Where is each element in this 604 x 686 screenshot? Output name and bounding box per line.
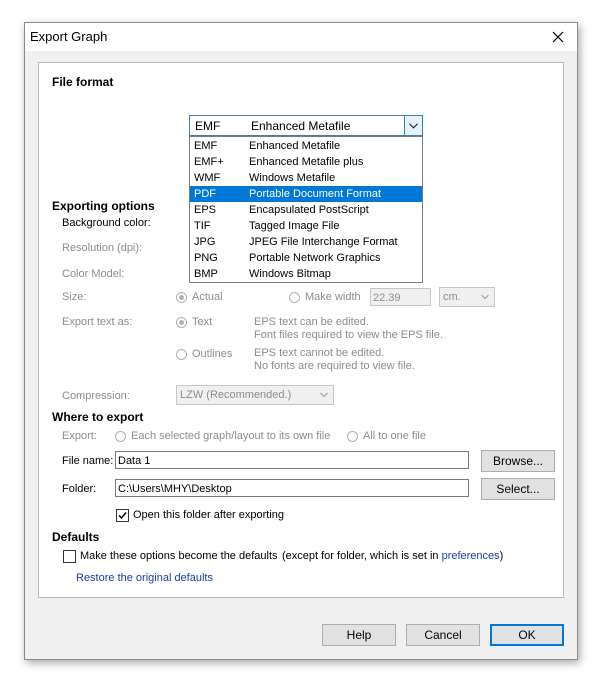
make-defaults-label: Make these options become the defaults <box>80 550 278 562</box>
open-folder-checkbox[interactable] <box>116 509 129 522</box>
title-bar: Export Graph <box>25 23 577 51</box>
file-format-selected-desc: Enhanced Metafile <box>251 119 351 133</box>
file-format-option-emf-plus[interactable]: EMF+ Enhanced Metafile plus <box>190 154 422 170</box>
option-description: Encapsulated PostScript <box>249 204 369 216</box>
option-code: EPS <box>194 204 217 216</box>
export-label: Export: <box>62 430 97 442</box>
close-button[interactable] <box>539 23 577 51</box>
except-suffix: ) <box>499 550 504 562</box>
checkmark-icon <box>118 512 127 520</box>
compression-value: LZW (Recommended.) <box>180 389 292 401</box>
option-description: Windows Metafile <box>249 172 336 184</box>
open-folder-label: Open this folder after exporting <box>133 509 285 521</box>
option-description: Tagged Image File <box>249 220 340 232</box>
option-description: Windows Bitmap <box>249 268 331 280</box>
option-description: Portable Document Format <box>249 188 382 200</box>
help-button[interactable]: Help <box>322 624 396 646</box>
exporting-options-heading: Exporting options <box>52 199 155 213</box>
text-radio[interactable] <box>176 317 187 328</box>
cancel-button[interactable]: Cancel <box>406 624 480 646</box>
all-one-file-radio[interactable] <box>347 431 358 442</box>
option-code: EMF <box>194 140 218 152</box>
select-folder-button[interactable]: Select... <box>481 478 555 500</box>
option-code: JPG <box>194 236 216 248</box>
size-make-width-radio[interactable] <box>289 292 300 303</box>
all-one-file-label: All to one file <box>363 430 426 442</box>
color-model-label: Color Model: <box>62 268 125 280</box>
text-option-label: Text <box>192 316 213 328</box>
width-value-field[interactable]: 22.39 <box>370 288 431 306</box>
option-description: Enhanced Metafile <box>249 140 341 152</box>
outlines-option-label: Outlines <box>192 348 233 360</box>
outlines-radio[interactable] <box>176 349 187 360</box>
file-name-input[interactable]: Data 1 <box>115 451 469 469</box>
option-description: Portable Network Graphics <box>249 252 381 264</box>
file-format-option-tif[interactable]: TIF Tagged Image File <box>190 218 422 234</box>
each-file-radio[interactable] <box>115 431 126 442</box>
file-format-option-png[interactable]: PNG Portable Network Graphics <box>190 250 422 266</box>
option-code: PNG <box>194 252 218 264</box>
background-color-label: Background color: <box>62 217 151 229</box>
option-code: EMF+ <box>194 156 224 168</box>
option-code: WMF <box>194 172 221 184</box>
file-format-option-wmf[interactable]: WMF Windows Metafile <box>190 170 422 186</box>
text-note-1: EPS text can be edited. <box>254 316 369 328</box>
size-make-width-label: Make width <box>305 291 361 303</box>
except-prefix: (except for folder, which is set in <box>282 550 439 562</box>
options-panel: File format Exporting options Background… <box>38 62 564 598</box>
file-format-options-list: EMF Enhanced Metafile EMF+ Enhanced Metafil… <box>189 136 423 283</box>
size-actual-label: Actual <box>192 291 223 303</box>
close-icon <box>552 31 564 43</box>
file-format-heading: File format <box>52 75 114 89</box>
option-code: TIF <box>194 220 211 232</box>
file-format-option-bmp[interactable]: BMP Windows Bitmap <box>190 266 422 282</box>
option-code: PDF <box>194 188 216 200</box>
export-text-label: Export text as: <box>62 316 133 328</box>
chevron-down-icon <box>320 392 328 398</box>
compression-label: Compression: <box>62 390 130 402</box>
preferences-link[interactable]: preferences <box>442 550 500 562</box>
file-name-label: File name: <box>62 455 114 467</box>
file-format-option-pdf[interactable]: PDF Portable Document Format <box>190 186 422 202</box>
size-label: Size: <box>62 291 87 303</box>
folder-label: Folder: <box>62 483 97 495</box>
defaults-heading: Defaults <box>52 530 100 544</box>
option-code: BMP <box>194 268 218 280</box>
outlines-note-2: No fonts are required to view file. <box>254 360 415 372</box>
each-file-label: Each selected graph/layout to its own fi… <box>131 430 331 442</box>
file-format-select[interactable]: EMF Enhanced Metafile <box>189 115 423 136</box>
size-actual-radio[interactable] <box>176 292 187 303</box>
resolution-label: Resolution (dpi): <box>62 242 143 254</box>
file-format-option-jpg[interactable]: JPG JPEG File Interchange Format <box>190 234 422 250</box>
file-format-option-eps[interactable]: EPS Encapsulated PostScript <box>190 202 422 218</box>
ok-button[interactable]: OK <box>490 624 564 646</box>
restore-defaults-link[interactable]: Restore the original defaults <box>76 572 213 584</box>
file-format-dropdown-button[interactable] <box>404 116 422 135</box>
except-text: (except for folder, which is set in pref… <box>282 550 503 562</box>
width-unit-value: cm. <box>443 291 461 303</box>
width-unit-select[interactable]: cm. <box>439 287 495 307</box>
folder-input[interactable]: C:\Users\MHY\Desktop <box>115 479 469 497</box>
where-to-export-heading: Where to export <box>52 410 144 424</box>
text-note-2: Font files required to view the EPS file… <box>254 329 443 341</box>
browse-button[interactable]: Browse... <box>481 450 555 472</box>
compression-select[interactable]: LZW (Recommended.) <box>176 385 334 405</box>
file-format-option-emf[interactable]: EMF Enhanced Metafile <box>190 138 422 154</box>
make-defaults-checkbox[interactable] <box>63 550 76 563</box>
export-graph-dialog: Export Graph File format Exporting optio… <box>24 22 578 660</box>
option-description: JPEG File Interchange Format <box>249 236 398 248</box>
option-description: Enhanced Metafile plus <box>249 156 364 168</box>
chevron-down-icon <box>481 294 489 300</box>
window-title: Export Graph <box>30 29 108 44</box>
file-format-selected-code: EMF <box>195 119 221 133</box>
outlines-note-1: EPS text cannot be edited. <box>254 347 385 359</box>
chevron-down-icon <box>409 123 418 129</box>
